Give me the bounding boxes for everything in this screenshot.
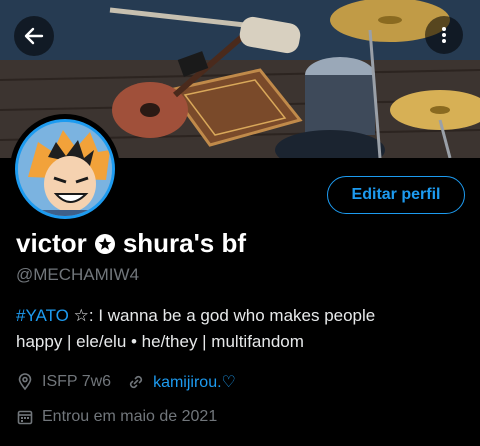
location-text: ISFP 7w6 (42, 373, 112, 390)
bio-line2-text: happy | ele/elu • he/they | multifandom (16, 332, 304, 351)
location-pin-icon (16, 373, 34, 391)
user-handle: @MECHAMIW4 (16, 265, 140, 284)
display-name-part1: victor (16, 228, 87, 258)
edit-profile-button[interactable]: Editar perfil (327, 176, 465, 214)
profile-meta-row: ISFP 7w6 kamijirou.♡ (16, 372, 236, 392)
website-link[interactable]: kamijirou.♡ (153, 372, 236, 392)
bio-line1-text: ☆: I wanna be a god who makes people (68, 306, 376, 325)
bio-hashtag-link[interactable]: #YATO (16, 306, 69, 325)
more-vertical-icon (434, 25, 454, 45)
join-date-text: Entrou em maio de 2021 (42, 408, 218, 425)
link-icon (127, 373, 145, 391)
avatar[interactable] (10, 114, 120, 224)
calendar-icon (16, 408, 34, 426)
join-date-row: Entrou em maio de 2021 (16, 408, 217, 426)
more-options-button[interactable] (425, 16, 463, 54)
arrow-left-icon (22, 24, 46, 48)
display-name: victor shura's bf (16, 228, 246, 259)
avatar-image (15, 119, 115, 219)
profile-bio: #YATO ☆: I wanna be a god who makes peop… (16, 303, 466, 355)
back-button[interactable] (14, 16, 54, 56)
star-circle-icon (94, 233, 116, 255)
display-name-part2: shura's bf (122, 228, 247, 258)
